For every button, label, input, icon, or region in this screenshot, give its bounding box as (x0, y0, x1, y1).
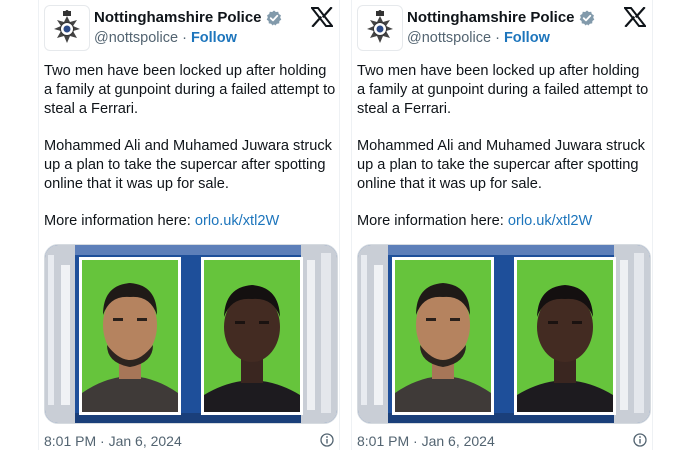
separator-dot: · (182, 30, 191, 46)
info-link[interactable]: orlo.uk/xtl2W (195, 213, 279, 229)
tweet-timestamp[interactable]: 8:01 PM · Jan 6, 2024 (44, 433, 182, 449)
more-info-label: More information here: (44, 213, 195, 229)
handle-row: @nottspolice · Follow (94, 30, 237, 46)
tweet-paragraph: More information here: orlo.uk/xtl2W (44, 212, 336, 231)
avatar[interactable] (357, 5, 403, 51)
mugshots-photo (45, 245, 337, 423)
tweet-paragraph: Mohammed Ali and Muhamed Juwara struck u… (44, 138, 332, 192)
info-icon[interactable] (320, 433, 334, 452)
tweet-paragraph: Two men have been locked up after holdin… (357, 63, 649, 117)
more-info-label: More information here: (357, 213, 508, 229)
tweet-paragraph: Two men have been locked up after holdin… (44, 63, 336, 117)
account-name[interactable]: Nottinghamshire Police (94, 9, 262, 26)
account-name-row[interactable]: Nottinghamshire Police (94, 9, 282, 26)
mugshots-image[interactable] (44, 244, 338, 424)
mugshots-photo (358, 245, 650, 423)
police-badge-icon (367, 10, 393, 43)
account-name[interactable]: Nottinghamshire Police (407, 9, 575, 26)
mugshots-image[interactable] (357, 244, 651, 424)
handle-row: @nottspolice · Follow (407, 30, 550, 46)
follow-button[interactable]: Follow (191, 30, 237, 46)
separator-dot: · (495, 30, 504, 46)
tweet-text: Two men have been locked up after holdin… (44, 62, 336, 249)
avatar[interactable] (44, 5, 90, 51)
verified-badge-icon (266, 10, 282, 26)
tweet-paragraph: Mohammed Ali and Muhamed Juwara struck u… (357, 138, 645, 192)
follow-button[interactable]: Follow (504, 30, 550, 46)
info-icon[interactable] (633, 433, 647, 452)
tweet-timestamp[interactable]: 8:01 PM · Jan 6, 2024 (357, 433, 495, 449)
info-link[interactable]: orlo.uk/xtl2W (508, 213, 592, 229)
account-handle[interactable]: @nottspolice (407, 30, 491, 46)
tweet-text: Two men have been locked up after holdin… (357, 62, 649, 249)
account-name-row[interactable]: Nottinghamshire Police (407, 9, 595, 26)
tweet-card: Nottinghamshire Police @nottspolice · Fo… (38, 0, 340, 450)
police-badge-icon (54, 10, 80, 43)
tweet-card: Nottinghamshire Police @nottspolice · Fo… (351, 0, 653, 450)
x-logo-icon[interactable] (622, 6, 648, 32)
verified-badge-icon (579, 10, 595, 26)
account-handle[interactable]: @nottspolice (94, 30, 178, 46)
tweet-paragraph: More information here: orlo.uk/xtl2W (357, 212, 649, 231)
x-logo-icon[interactable] (309, 6, 335, 32)
